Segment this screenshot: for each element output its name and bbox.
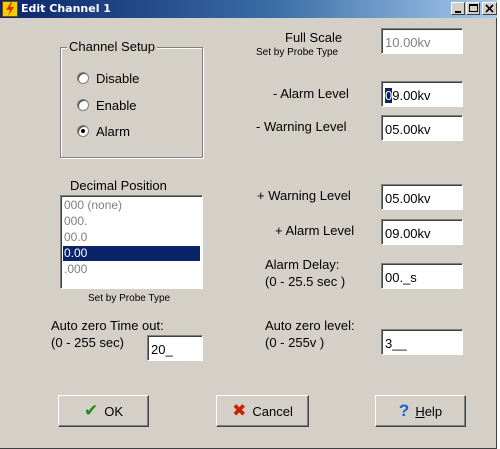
channel-setup-title: Channel Setup (67, 39, 158, 54)
auto-zero-time-range: (0 - 255 sec) (51, 335, 124, 350)
minimize-button[interactable] (451, 2, 465, 15)
list-item[interactable]: 000. (63, 214, 200, 229)
cancel-button[interactable]: ✖ Cancel (216, 395, 309, 427)
cancel-label: Cancel (252, 403, 293, 419)
channel-setup-group: Channel Setup Disable Enable Alarm (60, 39, 203, 158)
edit-channel-dialog: Edit Channel 1 Channel Setup Disable Ena… (0, 0, 497, 449)
radio-enable-circle[interactable] (77, 99, 89, 111)
auto-zero-time-label: Auto zero Time out: (51, 318, 164, 333)
radio-alarm-circle[interactable] (77, 125, 89, 137)
radio-alarm-label: Alarm (96, 123, 130, 139)
help-label-rest: elp (424, 403, 443, 419)
decimal-position-list[interactable]: 000 (none) 000. 00.0 0.00 .000 (60, 195, 203, 289)
radio-enable-label: Enable (96, 97, 137, 113)
plus-warning-input[interactable]: 05.00kv (381, 184, 463, 210)
title-bar[interactable]: Edit Channel 1 (0, 0, 497, 18)
full-scale-field: 10.00kv (381, 28, 463, 54)
radio-disable[interactable]: Disable (77, 69, 139, 87)
alarm-delay-label: Alarm Delay: (265, 257, 340, 272)
plus-warning-label: + Warning Level (257, 188, 351, 203)
minus-alarm-value: 9.00kv (392, 88, 431, 103)
radio-disable-circle[interactable] (77, 72, 89, 84)
maximize-button[interactable] (466, 2, 480, 15)
auto-zero-level-input[interactable]: 3__ (381, 329, 463, 355)
full-scale-label: Full Scale (285, 30, 343, 45)
close-button[interactable] (482, 2, 497, 15)
x-icon: ✖ (232, 401, 247, 420)
minus-warning-label: - Warning Level (256, 119, 347, 134)
list-item[interactable]: 000 (none) (63, 198, 200, 213)
decimal-position-note: Set by Probe Type (88, 293, 171, 304)
lightning-icon (2, 1, 18, 17)
auto-zero-time-input[interactable]: 20_ (147, 335, 203, 361)
radio-enable[interactable]: Enable (77, 96, 136, 114)
decimal-position-label: Decimal Position (70, 178, 167, 193)
radio-alarm[interactable]: Alarm (77, 122, 130, 140)
ok-label: OK (104, 403, 124, 419)
question-icon: ? (398, 401, 410, 420)
help-mnemonic: H (415, 403, 425, 419)
window-title: Edit Channel 1 (21, 2, 111, 15)
help-label: Help (415, 404, 442, 419)
radio-disable-label: Disable (96, 70, 140, 86)
minus-warning-input[interactable]: 05.00kv (381, 115, 463, 141)
plus-alarm-input[interactable]: 09.00kv (381, 219, 463, 245)
ok-button[interactable]: ✔ OK (58, 395, 149, 427)
alarm-delay-input[interactable]: 00._s (381, 263, 463, 289)
list-item[interactable]: .000 (63, 262, 200, 277)
alarm-delay-range: (0 - 25.5 sec ) (265, 274, 346, 289)
help-button[interactable]: ? Help (375, 395, 466, 427)
minus-alarm-input[interactable]: 09.00kv (381, 81, 463, 107)
list-item-selected[interactable]: 0.00 (63, 246, 200, 261)
minus-alarm-label: - Alarm Level (273, 86, 349, 101)
auto-zero-level-label: Auto zero level: (265, 318, 355, 333)
list-item[interactable]: 00.0 (63, 230, 200, 245)
full-scale-note: Set by Probe Type (256, 47, 339, 58)
plus-alarm-label: + Alarm Level (275, 223, 355, 238)
auto-zero-level-range: (0 - 255v ) (265, 335, 325, 350)
check-icon: ✔ (83, 401, 99, 420)
